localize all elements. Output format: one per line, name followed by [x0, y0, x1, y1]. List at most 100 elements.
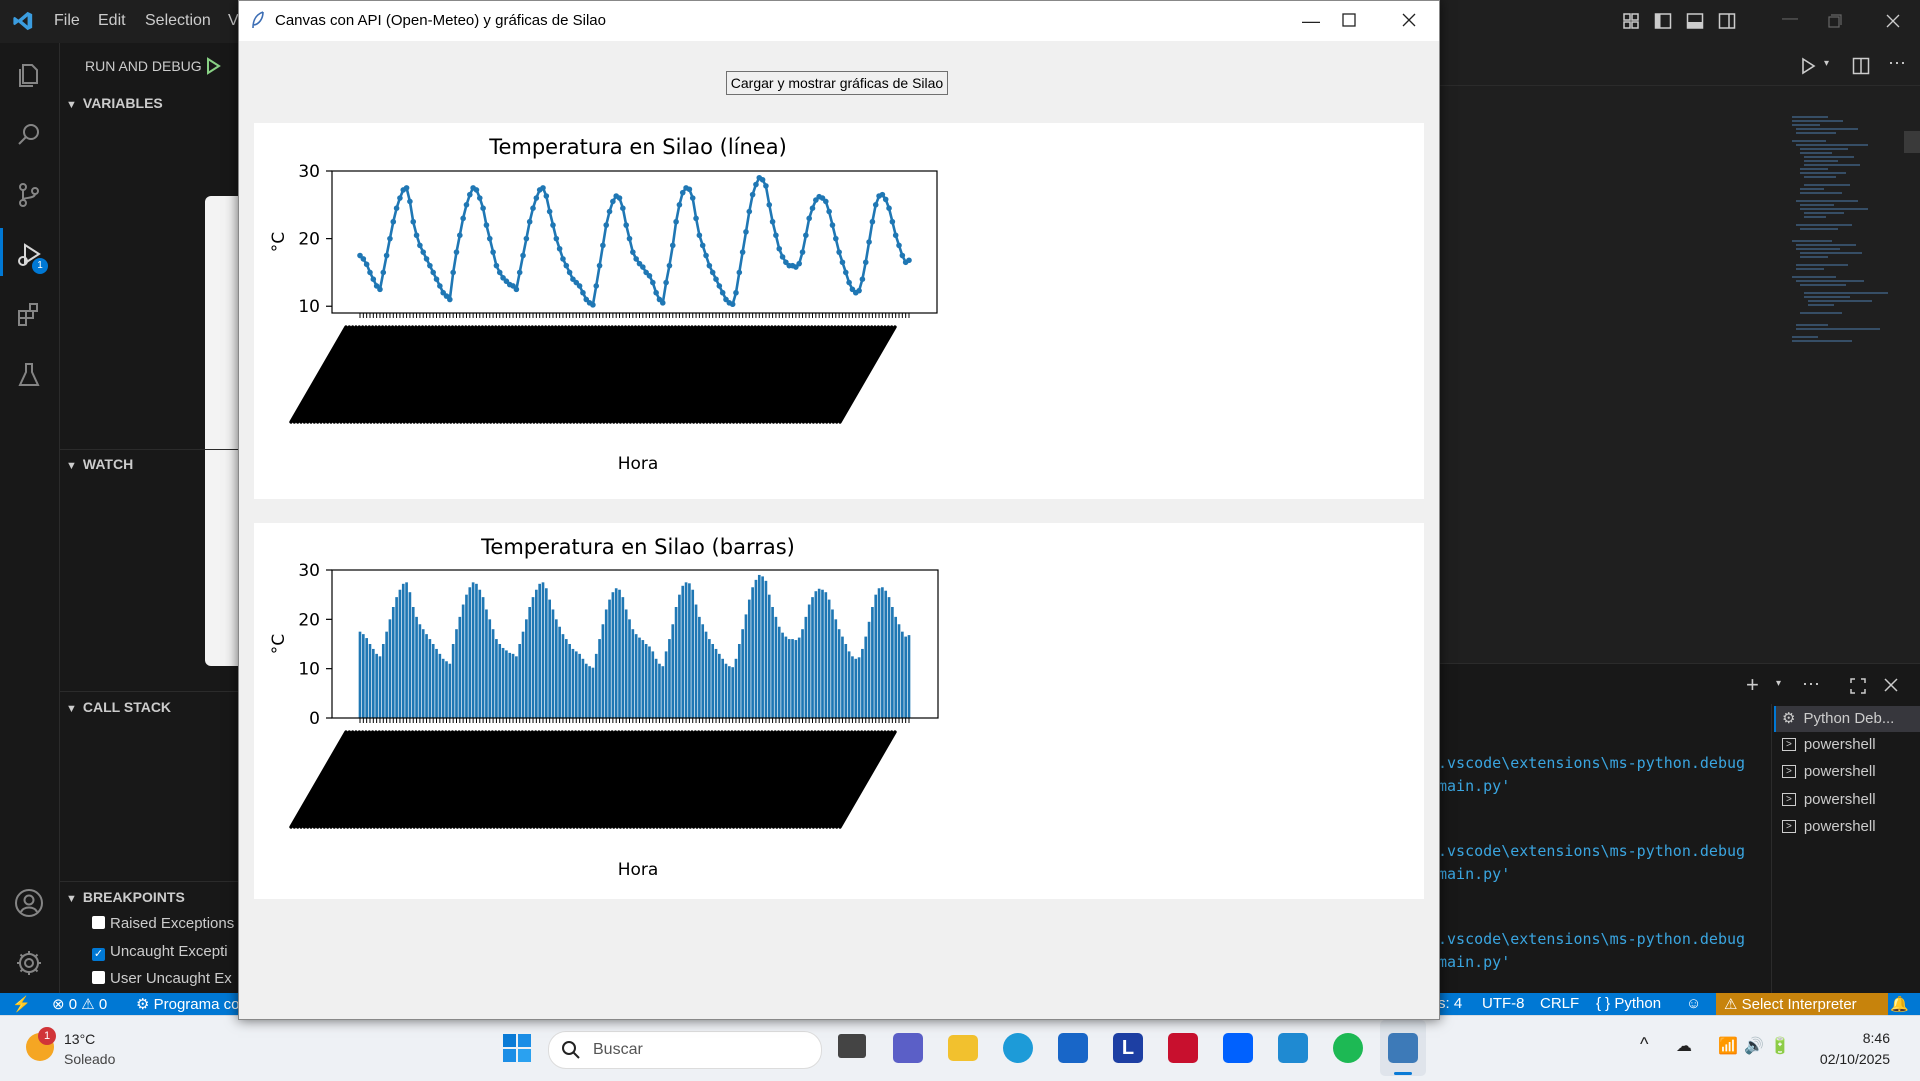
terminal-tab-powershell[interactable]: > powershell	[1782, 763, 1876, 780]
python-tk-app-icon[interactable]	[1388, 1033, 1418, 1063]
select-interpreter-button[interactable]: ⚠ Select Interpreter	[1724, 995, 1857, 1013]
bar	[854, 658, 858, 718]
onedrive-icon[interactable]: ☁	[1676, 1036, 1692, 1056]
minimap[interactable]	[1788, 113, 1898, 383]
vscode-taskbar-icon[interactable]	[1278, 1033, 1308, 1063]
volume-icon[interactable]: 🔊	[1744, 1036, 1764, 1056]
weather-desc[interactable]: Soleado	[64, 1051, 115, 1067]
close-panel-icon[interactable]	[1884, 678, 1898, 692]
run-dropdown-icon[interactable]: ▾	[1824, 58, 1829, 69]
minimize-icon[interactable]: —	[1291, 9, 1331, 33]
editor-area: ▾ ⋯	[1438, 43, 1920, 663]
battery-icon[interactable]: 🔋	[1770, 1036, 1790, 1056]
run-debug-icon[interactable]: 1	[12, 238, 48, 274]
notifications-icon[interactable]: 🔔	[1890, 995, 1909, 1013]
maximize-panel-icon[interactable]	[1850, 678, 1866, 694]
toggle-sidebar-icon[interactable]	[1654, 12, 1672, 30]
split-editor-icon[interactable]	[1852, 57, 1870, 75]
panel-more-icon[interactable]: ⋯	[1802, 674, 1820, 695]
testing-icon[interactable]	[12, 358, 46, 392]
remote-icon[interactable]: ⚡	[12, 995, 31, 1013]
terminal-tab-python-debug[interactable]: ⚙ Python Deb...	[1782, 709, 1894, 728]
debug-status[interactable]: ⚙ Programa co	[136, 995, 240, 1013]
terminal-tab-powershell[interactable]: > powershell	[1782, 736, 1876, 753]
mcafee-icon[interactable]	[1168, 1033, 1198, 1063]
maximize-icon[interactable]	[1342, 13, 1356, 27]
accounts-icon[interactable]	[12, 886, 46, 920]
data-point	[706, 262, 713, 269]
file-explorer-icon[interactable]	[948, 1035, 978, 1061]
bar	[661, 666, 665, 718]
l-app-icon[interactable]: L	[1113, 1033, 1143, 1063]
run-file-icon[interactable]	[1800, 57, 1816, 75]
data-point	[460, 215, 466, 222]
bar	[891, 607, 894, 718]
checkbox[interactable]	[92, 971, 105, 984]
terminal-tab-powershell[interactable]: > powershell	[1782, 791, 1876, 808]
clock-time[interactable]: 8:46	[1830, 1030, 1890, 1046]
clock-date[interactable]: 02/10/2025	[1800, 1051, 1890, 1067]
indentation-status[interactable]: s: 4	[1438, 995, 1462, 1012]
scrollbar-thumb[interactable]	[1904, 131, 1920, 153]
weather-temp[interactable]: 13°C	[64, 1031, 95, 1047]
data-point	[550, 222, 556, 228]
chart-title: Temperatura en Silao (barras)	[480, 535, 795, 559]
new-terminal-icon[interactable]: +	[1746, 672, 1759, 698]
breakpoint-uncaught-exceptions[interactable]: ✓ Uncaught Excepti	[92, 943, 228, 961]
source-control-icon[interactable]	[12, 178, 46, 212]
extensions-icon[interactable]	[12, 298, 46, 332]
bar	[731, 667, 734, 718]
checkbox[interactable]	[92, 916, 105, 929]
tk-titlebar[interactable]: Canvas con API (Open-Meteo) y gráficas d…	[239, 1, 1439, 41]
terminal-icon: >	[1782, 820, 1796, 833]
problems-status[interactable]: ⊗ 0 ⚠ 0	[52, 995, 107, 1013]
microsoft-store-icon[interactable]	[1058, 1033, 1088, 1063]
bar	[601, 624, 605, 718]
windows-start-icon[interactable]	[502, 1033, 532, 1063]
settings-gear-icon[interactable]	[12, 946, 46, 980]
spotify-icon[interactable]	[1333, 1033, 1363, 1063]
task-view-icon[interactable]	[838, 1034, 866, 1058]
close-vscode-icon[interactable]	[1886, 14, 1900, 28]
toggle-panel-icon[interactable]	[1686, 12, 1704, 30]
show-hidden-icons[interactable]: ^	[1640, 1034, 1648, 1055]
toggle-secondary-sidebar-icon[interactable]	[1718, 12, 1736, 30]
search-icon[interactable]	[12, 118, 46, 152]
language-status[interactable]: { } Python	[1596, 995, 1661, 1012]
breakpoint-user-uncaught[interactable]: User Uncaught Ex	[92, 970, 232, 987]
taskbar-search-box[interactable]: Buscar	[548, 1031, 822, 1069]
menu-edit[interactable]: Edit	[98, 12, 126, 30]
data-point	[447, 296, 453, 303]
edge-browser-icon[interactable]	[1003, 1033, 1033, 1063]
data-point	[620, 205, 626, 211]
minimize-vscode-icon[interactable]: —	[1782, 10, 1798, 28]
breakpoint-raised-exceptions[interactable]: Raised Exceptions	[92, 915, 234, 932]
explorer-icon[interactable]	[12, 58, 46, 92]
bar	[365, 638, 368, 718]
watch-section-header[interactable]: ▼ WATCH	[66, 456, 133, 472]
menu-selection[interactable]: Selection	[145, 12, 211, 30]
copilot-icon[interactable]: ☺	[1686, 995, 1701, 1012]
bar	[568, 644, 571, 718]
wifi-icon[interactable]: 📶	[1718, 1036, 1738, 1056]
eol-status[interactable]: CRLF	[1540, 995, 1579, 1012]
terminal-dropdown-icon[interactable]: ▾	[1776, 678, 1781, 689]
menu-file[interactable]: File	[54, 12, 80, 30]
close-icon[interactable]	[1402, 13, 1416, 27]
x-tick-group	[289, 313, 910, 424]
start-debug-icon[interactable]	[205, 57, 221, 75]
more-actions-icon[interactable]: ⋯	[1888, 53, 1906, 74]
dropbox-icon[interactable]	[1223, 1033, 1253, 1063]
encoding-status[interactable]: UTF-8	[1482, 995, 1525, 1012]
customize-layout-icon[interactable]	[1622, 12, 1640, 30]
checkbox-checked[interactable]: ✓	[92, 948, 105, 961]
variables-section-header[interactable]: ▼ VARIABLES	[66, 95, 163, 111]
restore-vscode-icon[interactable]	[1828, 14, 1842, 28]
terminal-tab-powershell[interactable]: > powershell	[1782, 818, 1876, 835]
call-stack-section-header[interactable]: ▼ CALL STACK	[66, 699, 171, 715]
data-point	[823, 198, 829, 205]
load-charts-button[interactable]: Cargar y mostrar gráficas de Silao	[726, 71, 948, 95]
teams-icon[interactable]	[893, 1033, 923, 1063]
data-point	[892, 232, 899, 239]
breakpoints-section-header[interactable]: ▼ BREAKPOINTS	[66, 889, 185, 905]
